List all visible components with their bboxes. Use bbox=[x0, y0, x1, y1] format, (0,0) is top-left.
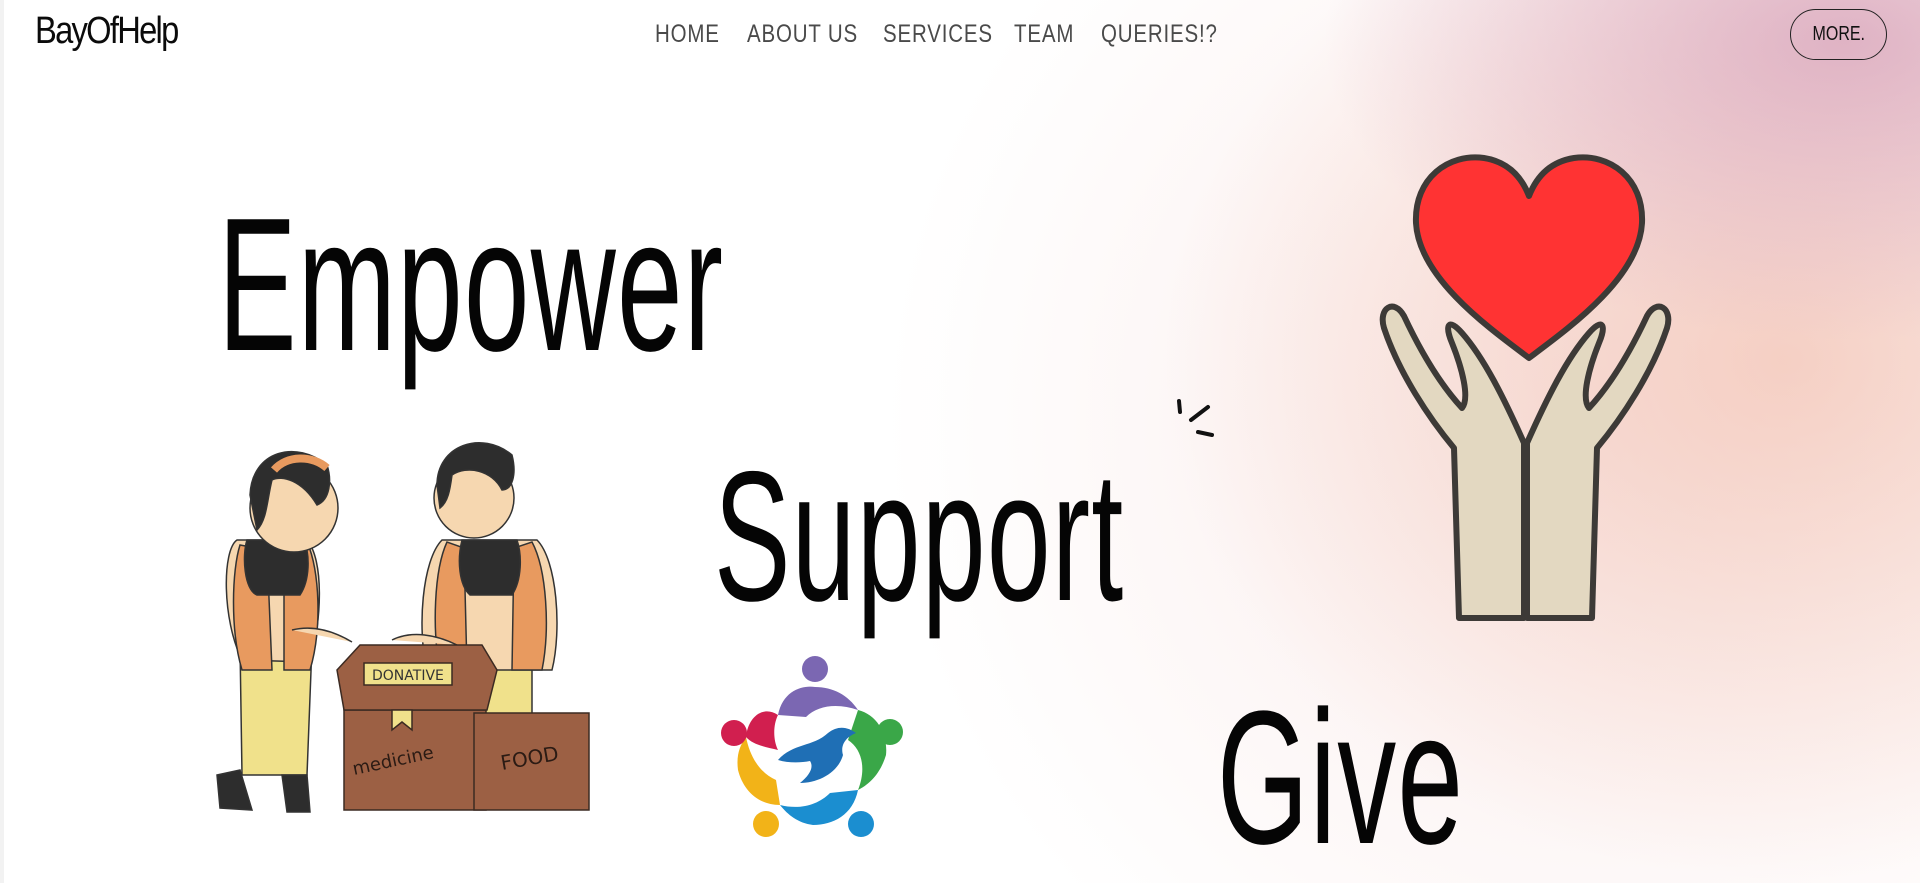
sparkle-lines-icon bbox=[1177, 399, 1214, 437]
nav-home[interactable]: HOME bbox=[655, 20, 730, 49]
nav-services[interactable]: SERVICES bbox=[883, 20, 992, 49]
donative-tag: DONATIVE bbox=[372, 668, 444, 684]
main-nav: HOME ABOUT US SERVICES TEAM QUERIES!? bbox=[655, 20, 1221, 49]
volunteers-donation-icon: DONATIVE medicine FOOD bbox=[216, 442, 590, 813]
hero-word-empower: Empower bbox=[218, 179, 725, 391]
community-dove-logo-icon bbox=[721, 656, 903, 837]
more-button-label: MORE. bbox=[1812, 23, 1865, 45]
brand-logo[interactable]: BayOfHelp bbox=[35, 10, 179, 53]
landing-page: BayOfHelp HOME ABOUT US SERVICES TEAM QU… bbox=[0, 0, 1920, 883]
nav-queries[interactable]: QUERIES!? bbox=[1101, 20, 1217, 49]
hero-word-support: Support bbox=[714, 434, 1125, 640]
heart-in-hands-icon bbox=[1379, 154, 1672, 621]
more-button[interactable]: MORE. bbox=[1790, 9, 1887, 60]
nav-about-us[interactable]: ABOUT US bbox=[747, 20, 859, 49]
nav-team[interactable]: TEAM bbox=[1014, 20, 1085, 49]
hero-word-give: Give bbox=[1217, 672, 1465, 883]
